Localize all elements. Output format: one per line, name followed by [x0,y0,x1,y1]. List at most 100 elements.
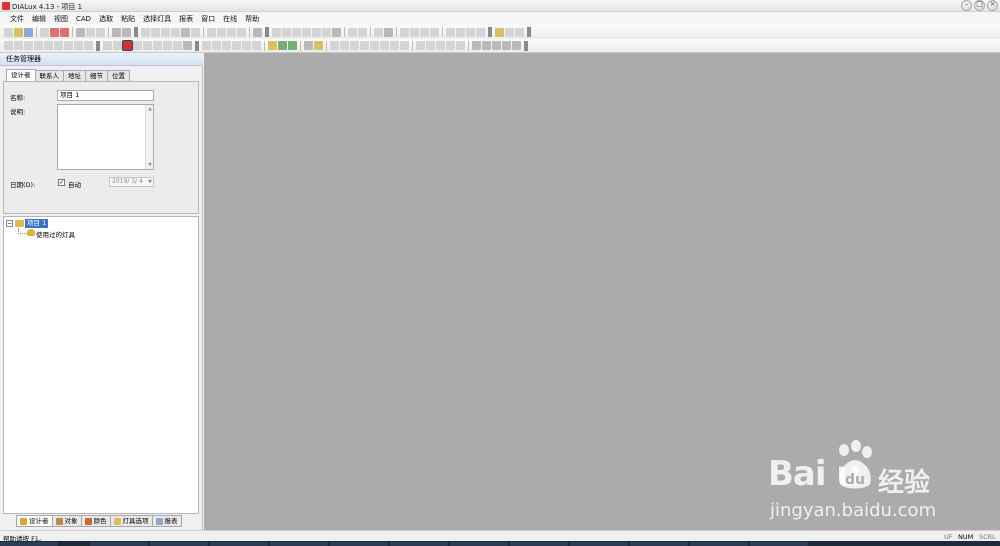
copy-icon[interactable] [86,27,95,37]
tab-location[interactable]: 位置 [107,70,130,81]
grid-line-1-icon[interactable] [400,27,409,37]
toolbar-overflow-handle[interactable] [265,27,269,37]
measure-icon[interactable] [253,27,262,37]
zoom-out-icon[interactable] [232,41,241,50]
wall-icon[interactable] [171,27,180,37]
insert-ceiling-icon[interactable] [64,41,73,50]
grid-line-2-icon[interactable] [410,27,419,37]
tab-details[interactable]: 细节 [85,70,108,81]
view-iso-icon[interactable] [390,41,399,50]
view-3d-icon[interactable] [330,41,339,50]
curve-tool-icon[interactable] [492,41,501,50]
grid-line-4-icon[interactable] [430,27,439,37]
grid-line-3-icon[interactable] [420,27,429,37]
calc-point-icon[interactable] [358,27,367,37]
cloud-icon[interactable] [304,41,313,50]
calc-surface-icon[interactable] [348,27,357,37]
new-file-icon[interactable] [4,27,13,37]
raytrace-icon[interactable] [278,41,287,50]
toolbar-overflow-handle[interactable] [527,27,531,37]
taskbar-item[interactable] [150,542,208,546]
print-preview-icon[interactable] [40,27,49,37]
report-view-icon[interactable] [456,27,465,37]
tab-address[interactable]: 地址 [63,70,86,81]
zoom-in-icon[interactable] [222,41,231,50]
taskbar-item[interactable] [750,542,808,546]
isolines-icon[interactable] [456,41,465,50]
wireframe-icon[interactable] [426,41,435,50]
table-view-icon[interactable] [476,27,485,37]
pointer-icon[interactable] [202,41,211,50]
insert-beam-icon[interactable] [54,41,63,50]
insert-sphere-icon[interactable] [74,41,83,50]
luminaire-fill-icon[interactable] [322,27,331,37]
aim-icon[interactable] [384,27,393,37]
room-icon[interactable] [141,27,150,37]
menu-window[interactable]: 窗口 [197,14,219,24]
context-help-icon[interactable] [183,41,192,50]
close-button[interactable]: × [987,0,998,11]
delete-element-icon[interactable] [191,27,200,37]
taskbar-item[interactable] [90,542,148,546]
menu-help[interactable]: 帮助 [241,14,263,24]
maximize-button[interactable]: □ [974,0,985,11]
menu-paste[interactable]: 粘贴 [117,14,139,24]
control-group-icon[interactable] [113,41,122,50]
light-color-icon[interactable] [163,41,172,50]
settings-list-icon[interactable] [505,27,514,37]
cut-icon[interactable] [76,27,85,37]
tab-contact[interactable]: 联系人 [34,70,64,81]
minimize-button[interactable]: – [961,0,972,11]
render-icon[interactable] [268,41,277,50]
street-icon[interactable] [161,27,170,37]
date-picker[interactable]: 2019/ 3/ 4 ▼ [109,177,154,187]
window-split-icon[interactable] [515,27,524,37]
taskbar-item[interactable] [0,542,58,546]
paste-icon[interactable] [96,27,105,37]
pdf-export-icon[interactable] [60,27,69,37]
luminaire-field-icon[interactable] [272,27,281,37]
taskbar-item[interactable] [690,542,748,546]
insert-window-icon[interactable] [34,41,43,50]
arrow-right-icon[interactable] [374,27,383,37]
tree-item-project[interactable]: 项目 1 [25,219,49,228]
floor-icon[interactable] [181,27,190,37]
menu-view[interactable]: 视图 [50,14,72,24]
luminaire-single-icon[interactable] [302,27,311,37]
tab-bottom-luminaire-options[interactable]: 灯具选项 [109,515,153,527]
insert-object-icon[interactable] [4,41,13,50]
chevron-down-icon[interactable]: ▼ [148,178,152,186]
wizard-icon[interactable] [495,27,504,37]
taskbar-item[interactable] [330,542,388,546]
toolbar-overflow-handle[interactable] [195,40,199,51]
insert-cylinder-icon[interactable] [84,41,93,50]
calculate-icon[interactable] [288,41,297,50]
false-color-icon[interactable] [446,41,455,50]
view-perspective-icon[interactable] [400,41,409,50]
zoom-icon[interactable] [212,41,221,50]
gear-icon[interactable] [502,41,511,50]
line-tool-icon[interactable] [472,41,481,50]
scroll-down-icon[interactable]: ▼ [146,162,154,168]
menu-cad[interactable]: CAD [72,15,95,23]
shaded-icon[interactable] [436,41,445,50]
view-top-icon[interactable] [340,41,349,50]
taskbar-item[interactable] [570,542,628,546]
toolbar-overflow-handle[interactable] [96,40,100,51]
luminaire-line-icon[interactable] [282,27,291,37]
tab-bottom-designer[interactable]: 设计者 [16,515,53,527]
view-side-icon[interactable] [360,41,369,50]
undo-icon[interactable] [112,27,121,37]
tree-collapse-icon[interactable]: − [6,220,13,227]
redo-icon[interactable] [122,27,131,37]
description-textarea[interactable]: ▲ ▼ [57,104,154,170]
pick-color-icon[interactable] [122,40,133,51]
view-back-icon[interactable] [370,41,379,50]
taskbar-item[interactable] [390,542,448,546]
view-front-icon[interactable] [350,41,359,50]
insert-column-icon[interactable] [44,41,53,50]
insert-door-icon[interactable] [24,41,33,50]
menu-file[interactable]: 文件 [6,14,28,24]
distribute-icon[interactable] [237,27,246,37]
surface-icon[interactable] [153,41,162,50]
